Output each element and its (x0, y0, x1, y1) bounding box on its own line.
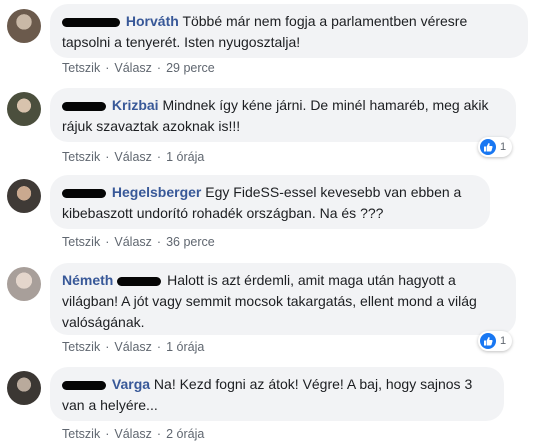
comment-actions: Tetszik · Válasz · 36 perce (62, 235, 215, 249)
avatar[interactable] (7, 371, 41, 405)
timestamp[interactable]: 29 perce (166, 61, 215, 75)
reaction-count[interactable]: 1 (478, 137, 513, 157)
author-name[interactable]: Varga (112, 376, 150, 392)
like-link[interactable]: Tetszik (62, 427, 100, 441)
reaction-count[interactable]: 1 (478, 331, 513, 351)
separator: · (156, 427, 162, 441)
separator: · (105, 235, 110, 249)
comment-actions: Tetszik · Válasz · 2 órája (62, 427, 204, 441)
like-link[interactable]: Tetszik (62, 235, 100, 249)
comment-text: Többé már nem fogja a parlamentben véres… (182, 13, 468, 29)
comment-text: Mindnek így kéne járni. De minél hamaréb… (162, 97, 489, 113)
reply-link[interactable]: Válasz (114, 235, 152, 249)
avatar[interactable] (7, 267, 41, 301)
thumbs-up-icon (480, 139, 496, 155)
reply-link[interactable]: Válasz (114, 61, 152, 75)
separator: · (156, 235, 162, 249)
avatar[interactable] (7, 179, 41, 213)
comment-bubble: Krizbai Mindnek így kéne járni. De minél… (50, 88, 516, 142)
reply-link[interactable]: Válasz (114, 150, 152, 164)
avatar[interactable] (7, 9, 41, 43)
comment-text: valóságának. (62, 314, 145, 330)
thumbs-up-icon (480, 333, 496, 349)
comment-text: Na! Kezd fogni az átok! Végre! A baj, ho… (153, 376, 473, 392)
timestamp[interactable]: 2 órája (166, 427, 204, 441)
avatar[interactable] (7, 92, 41, 126)
comment-text: Halott is azt érdemli, amit maga után ha… (167, 272, 456, 288)
comment-text: kibebaszott undorító rohadék országban. … (62, 205, 384, 221)
separator: · (156, 61, 162, 75)
comment-text: tapsolni a tenyerét. Isten nyugosztalja! (62, 34, 301, 50)
comment-actions: Tetszik · Válasz · 1 órája (62, 340, 204, 354)
comment-bubble: Varga Na! Kezd fogni az átok! Végre! A b… (50, 367, 504, 421)
comment-bubble: Horváth Többé már nem fogja a parlamentb… (50, 4, 528, 58)
timestamp[interactable]: 1 órája (166, 150, 204, 164)
separator: · (156, 150, 162, 164)
reply-link[interactable]: Válasz (114, 427, 152, 441)
redacted-first-name (62, 101, 106, 111)
redacted-first-name (117, 276, 162, 286)
like-link[interactable]: Tetszik (62, 340, 100, 354)
timestamp[interactable]: 36 perce (166, 235, 215, 249)
comment-actions: Tetszik · Válasz · 29 perce (62, 61, 215, 75)
comment-text: van a helyére... (62, 397, 158, 413)
redacted-first-name (62, 188, 106, 198)
comment-text: Egy FideSS-essel kevesebb van ebben a (205, 184, 462, 200)
timestamp[interactable]: 1 órája (166, 340, 204, 354)
like-link[interactable]: Tetszik (62, 150, 100, 164)
comment-actions: Tetszik · Válasz · 1 órája (62, 150, 204, 164)
comment-text: rájuk szavaztak azoknak is!!! (62, 118, 241, 134)
comment-bubble: Németh Halott is azt érdemli, amit maga … (50, 263, 516, 335)
redacted-first-name (62, 380, 106, 390)
redacted-first-name (62, 17, 120, 27)
author-name[interactable]: Németh (62, 272, 113, 288)
author-name[interactable]: Krizbai (112, 97, 159, 113)
reaction-count-value: 1 (500, 141, 507, 153)
separator: · (156, 340, 162, 354)
separator: · (105, 427, 110, 441)
author-name[interactable]: Hegelsberger (112, 184, 201, 200)
like-link[interactable]: Tetszik (62, 61, 100, 75)
comment-text: világban! A jót vagy semmit mocsok takar… (62, 293, 477, 309)
separator: · (105, 61, 110, 75)
separator: · (105, 150, 110, 164)
comment-bubble: Hegelsberger Egy FideSS-essel kevesebb v… (50, 175, 490, 229)
separator: · (105, 340, 110, 354)
reply-link[interactable]: Válasz (114, 340, 152, 354)
reaction-count-value: 1 (500, 335, 507, 347)
author-name[interactable]: Horváth (126, 13, 179, 29)
